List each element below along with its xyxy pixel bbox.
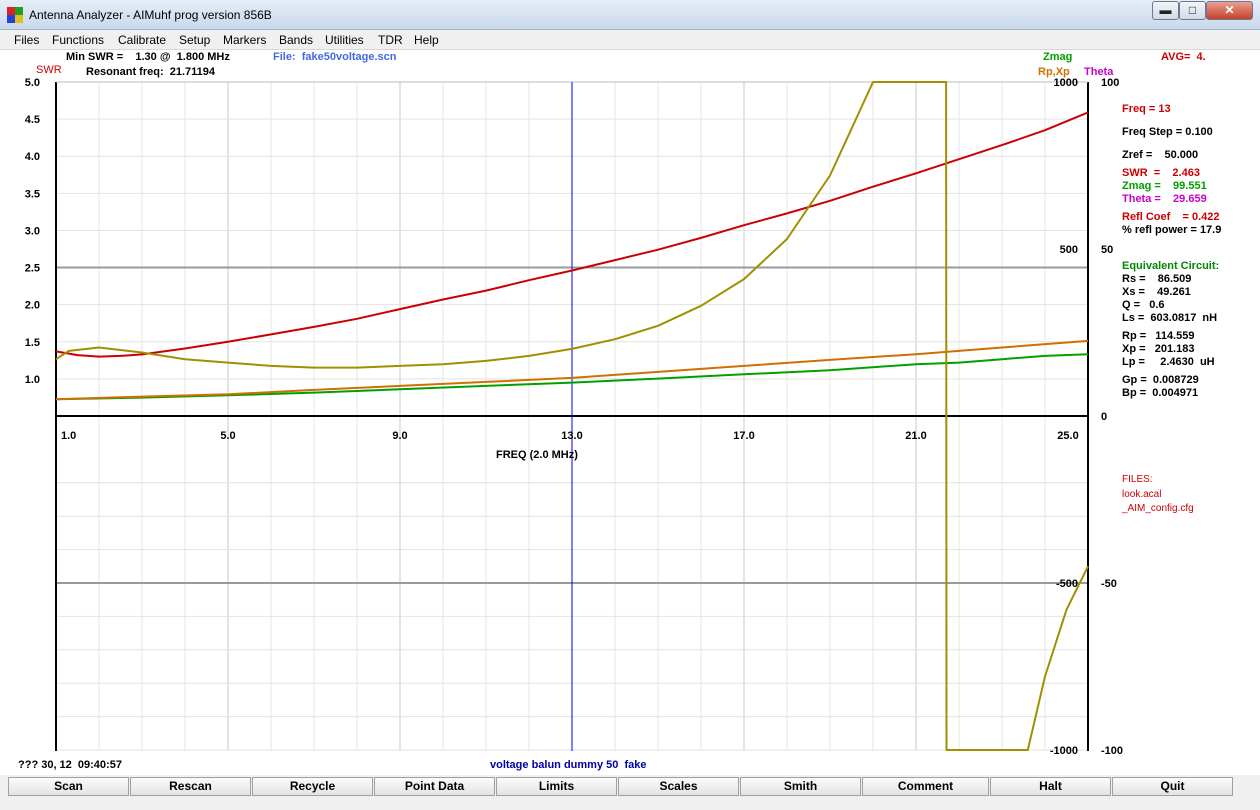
menu-bands[interactable]: Bands xyxy=(279,33,313,47)
readout-refl-coef: Refl Coef = 0.422 xyxy=(1122,211,1220,223)
file-name-text: File: fake50voltage.scn xyxy=(273,51,397,63)
quit-button[interactable]: Quit xyxy=(1112,777,1233,796)
menu-calibrate[interactable]: Calibrate xyxy=(118,33,166,47)
readout-rp: Rp = 114.559 xyxy=(1122,330,1195,342)
app-icon xyxy=(7,7,23,23)
scales-button[interactable]: Scales xyxy=(618,777,739,796)
resonant-freq-text: Resonant freq: 21.71194 xyxy=(86,66,216,78)
recycle-button[interactable]: Recycle xyxy=(252,777,373,796)
readout-xp: Xp = 201.183 xyxy=(1122,343,1195,355)
menu-functions[interactable]: Functions xyxy=(52,33,104,47)
x-tick-label: 9.0 xyxy=(392,430,407,442)
x-tick-label: 17.0 xyxy=(733,430,754,442)
readout-swr: SWR = 2.463 xyxy=(1122,167,1200,179)
readout-q: Q = 0.6 xyxy=(1122,299,1165,311)
x-tick-label: 21.0 xyxy=(905,430,926,442)
plot-area[interactable]: 1.0 5.0 9.0 13.0 17.0 21.0 25.0 FREQ (2.0 MHz) 5… xyxy=(0,50,1260,775)
theta-tick-label: 0 xyxy=(1101,411,1107,423)
readout-ls: Ls = 603.0817 nH xyxy=(1122,312,1218,324)
swr-tick-label: 4.0 xyxy=(25,151,40,163)
menu-utilities[interactable]: Utilities xyxy=(325,33,364,47)
ohm-tick-label: 500 xyxy=(1060,244,1078,256)
status-description: voltage balun dummy 50 fake xyxy=(490,759,647,771)
minimize-button[interactable]: ▬ xyxy=(1152,1,1179,20)
theta-axis-label: Theta xyxy=(1084,66,1114,78)
readout-zmag: Zmag = 99.551 xyxy=(1122,180,1207,192)
swr-tick-label: 5.0 xyxy=(25,77,40,89)
x-tick-label: 5.0 xyxy=(220,430,235,442)
point-data-button[interactable]: Point Data xyxy=(374,777,495,796)
readout-bp: Bp = 0.004971 xyxy=(1122,387,1199,399)
x-axis-label: FREQ (2.0 MHz) xyxy=(496,449,578,461)
smith-button[interactable]: Smith xyxy=(740,777,861,796)
window-title: Antenna Analyzer - AIMuhf prog version 8… xyxy=(29,8,272,22)
ohm-tick-label: -1000 xyxy=(1050,745,1078,757)
readout-freq: Freq = 13 xyxy=(1122,103,1171,115)
theta-tick-label: 50 xyxy=(1101,244,1113,256)
readout-zref: Zref = 50.000 xyxy=(1122,149,1199,161)
title-bar: Antenna Analyzer - AIMuhf prog version 8… xyxy=(0,0,1260,30)
x-tick-label: 1.0 xyxy=(61,430,76,442)
readout-lp: Lp = 2.4630 uH xyxy=(1122,356,1215,368)
halt-button[interactable]: Halt xyxy=(990,777,1111,796)
swr-axis-label: SWR xyxy=(36,64,62,76)
theta-tick-label: -50 xyxy=(1101,578,1117,590)
rpxp-axis-label: Rp,Xp xyxy=(1038,66,1070,78)
scan-button[interactable]: Scan xyxy=(8,777,129,796)
swr-tick-label: 1.0 xyxy=(25,374,40,386)
rescan-button[interactable]: Rescan xyxy=(130,777,251,796)
ohm-tick-label: -500 xyxy=(1056,578,1078,590)
readout-rs: Rs = 86.509 xyxy=(1122,273,1192,285)
menu-help[interactable]: Help xyxy=(414,33,439,47)
comment-button[interactable]: Comment xyxy=(862,777,989,796)
readout-refl-power: % refl power = 17.9 xyxy=(1122,224,1222,236)
analyzer-chart[interactable]: 1.0 5.0 9.0 13.0 17.0 21.0 25.0 FREQ (2.0 MHz) 5… xyxy=(0,50,1260,775)
readout-theta: Theta = 29.659 xyxy=(1122,193,1207,205)
swr-tick-label: 1.5 xyxy=(25,337,40,349)
files-title: FILES: xyxy=(1122,474,1153,485)
function-button-bar: Scan Rescan Recycle Point Data Limits Sc… xyxy=(0,775,1260,810)
avg-text: AVG= 4. xyxy=(1161,51,1206,63)
maximize-button[interactable]: □ xyxy=(1179,1,1206,20)
swr-tick-label: 3.5 xyxy=(25,188,40,200)
file-entry-config: _AIM_config.cfg xyxy=(1122,503,1194,514)
theta-tick-label: 100 xyxy=(1101,77,1119,89)
swr-tick-label: 2.5 xyxy=(25,263,40,275)
menu-markers[interactable]: Markers xyxy=(223,33,266,47)
equivalent-circuit-title: Equivalent Circuit: xyxy=(1122,260,1220,272)
file-entry-acal: look.acal xyxy=(1122,489,1162,500)
limits-button[interactable]: Limits xyxy=(496,777,617,796)
x-tick-label: 25.0 xyxy=(1057,430,1078,442)
menu-files[interactable]: Files xyxy=(14,33,39,47)
readout-freq-step: Freq Step = 0.100 xyxy=(1122,126,1213,138)
close-button[interactable]: ✕ xyxy=(1206,1,1253,20)
min-swr-text: Min SWR = 1.30 @ 1.800 MHz xyxy=(66,51,230,63)
theta-tick-label: -100 xyxy=(1101,745,1123,757)
zmag-axis-label: Zmag xyxy=(1043,51,1073,63)
menu-tdr[interactable]: TDR xyxy=(378,33,403,47)
swr-tick-label: 2.0 xyxy=(25,300,40,312)
swr-tick-label: 3.0 xyxy=(25,225,40,237)
x-tick-label: 13.0 xyxy=(561,430,582,442)
menu-bar: Files Functions Calibrate Setup Markers … xyxy=(0,30,1260,50)
ohm-tick-label: 1000 xyxy=(1054,77,1078,89)
menu-setup[interactable]: Setup xyxy=(179,33,210,47)
swr-tick-label: 4.5 xyxy=(25,114,40,126)
readout-gp: Gp = 0.008729 xyxy=(1122,374,1199,386)
readout-xs: Xs = 49.261 xyxy=(1122,286,1191,298)
status-datetime: ??? 30, 12 09:40:57 xyxy=(18,759,122,771)
